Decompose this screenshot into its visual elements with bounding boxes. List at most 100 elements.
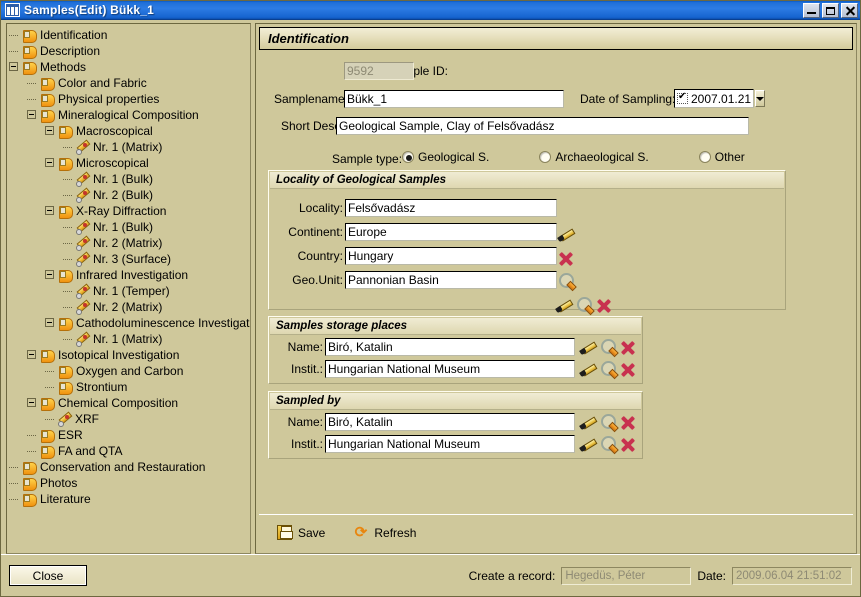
sample-type-radio-group[interactable]: Geological S. Archaeological S. Other: [402, 150, 822, 164]
tree-item-methods[interactable]: Methods: [7, 59, 250, 75]
tree-item-fa-and-qta[interactable]: FA and QTA: [7, 443, 250, 459]
date-enabled-checkbox[interactable]: [677, 91, 688, 104]
tree-expander-icon[interactable]: [45, 318, 54, 327]
refresh-button[interactable]: ⟳ Refresh: [353, 525, 417, 540]
storage-row-input[interactable]: [325, 360, 575, 378]
tree-item-label: Isotopical Investigation: [58, 347, 180, 362]
storage-group-title-text: Samples storage places: [276, 320, 408, 332]
tree-item-cathodoluminescence-investigation[interactable]: Cathodoluminescence Investigation: [7, 315, 250, 331]
tree-expander-icon[interactable]: [27, 110, 36, 119]
locality-row-input[interactable]: [345, 223, 557, 241]
tree-item-description[interactable]: Description: [7, 43, 250, 59]
radio-indicator[interactable]: [539, 151, 552, 163]
close-button[interactable]: Close: [9, 565, 87, 586]
sampled_by-row-delete-icon[interactable]: [619, 435, 637, 453]
tree-item-label: XRF: [75, 411, 99, 426]
sample-type-radio-geological-s[interactable]: Geological S.: [402, 150, 489, 164]
date-of-sampling-picker[interactable]: 2007.01.21: [674, 89, 766, 108]
save-button-label: Save: [298, 525, 326, 540]
tree-item-color-and-fabric[interactable]: Color and Fabric: [7, 75, 250, 91]
tree-item-conservation-and-restauration[interactable]: Conservation and Restauration: [7, 459, 250, 475]
tree-expander-icon[interactable]: [45, 270, 54, 279]
storage-row-search-icon[interactable]: [599, 338, 617, 356]
locality-group-title-text: Locality of Geological Samples: [276, 174, 446, 186]
sampled_by-row-input[interactable]: [325, 435, 575, 453]
sample-type-radio-archaeological-s[interactable]: Archaeological S.: [539, 150, 649, 164]
tree-item-nr-2-bulk[interactable]: Nr. 2 (Bulk): [7, 187, 250, 203]
tree-item-label: FA and QTA: [58, 443, 123, 458]
pencil-icon: [75, 301, 90, 315]
country-search-icon[interactable]: [557, 272, 575, 290]
short-desc-input[interactable]: [336, 117, 749, 135]
sampled_by-row-delete-icon[interactable]: [619, 413, 637, 431]
locality-row-input[interactable]: [345, 271, 557, 289]
sample-type-radio-other[interactable]: Other: [698, 150, 745, 164]
tree-item-nr-3-surface[interactable]: Nr. 3 (Surface): [7, 251, 250, 267]
tree-expander-icon[interactable]: [27, 398, 36, 407]
tree-item-oxygen-and-carbon[interactable]: Oxygen and Carbon: [7, 363, 250, 379]
radio-indicator[interactable]: [402, 151, 414, 163]
tree-expander-icon[interactable]: [45, 158, 54, 167]
locality-edit-icon[interactable]: [557, 225, 575, 243]
storage-row-search-icon[interactable]: [599, 360, 617, 378]
radio-indicator[interactable]: [698, 151, 711, 163]
tree-item-x-ray-diffraction[interactable]: X-Ray Diffraction: [7, 203, 250, 219]
minimize-button[interactable]: [803, 2, 820, 18]
tree-item-nr-1-matrix[interactable]: Nr. 1 (Matrix): [7, 331, 250, 347]
geounit-edit-icon[interactable]: [555, 296, 573, 314]
storage-row-edit-icon[interactable]: [579, 360, 597, 378]
save-button[interactable]: Save: [277, 525, 325, 540]
navigation-tree[interactable]: Identification Description Methods Color an…: [6, 23, 251, 554]
geounit-search-icon[interactable]: [575, 296, 593, 314]
sampled_by-row-edit-icon[interactable]: [579, 413, 597, 431]
locality-row-input[interactable]: [345, 199, 557, 217]
tree-item-literature[interactable]: Literature: [7, 491, 250, 507]
close-window-button[interactable]: [841, 2, 858, 18]
tree-item-xrf[interactable]: XRF: [7, 411, 250, 427]
tree-item-mineralogical-composition[interactable]: Mineralogical Composition: [7, 107, 250, 123]
sampled_by-row: Name:: [277, 413, 642, 431]
tree-item-microscopical[interactable]: Microscopical: [7, 155, 250, 171]
tag-icon: [57, 381, 73, 395]
tree-item-label: Nr. 2 (Matrix): [93, 299, 163, 314]
continent-delete-icon[interactable]: [557, 249, 575, 267]
locality-group-title: Locality of Geological Samples: [270, 172, 784, 189]
tree-item-nr-1-bulk[interactable]: Nr. 1 (Bulk): [7, 219, 250, 235]
tree-item-identification[interactable]: Identification: [7, 27, 250, 43]
tree-expander-icon[interactable]: [27, 350, 36, 359]
window-footer: Close Create a record: Hegedüs, Péter Da…: [1, 554, 860, 596]
storage-row-input[interactable]: [325, 338, 575, 356]
geounit-delete-icon[interactable]: [595, 296, 613, 314]
tree-expander-icon[interactable]: [9, 62, 18, 71]
tree-item-nr-2-matrix[interactable]: Nr. 2 (Matrix): [7, 235, 250, 251]
storage-row-delete-icon[interactable]: [619, 360, 637, 378]
storage-row-edit-icon[interactable]: [579, 338, 597, 356]
sampled_by-row-search-icon[interactable]: [599, 413, 617, 431]
tree-item-infrared-investigation[interactable]: Infrared Investigation: [7, 267, 250, 283]
tree-item-label: Nr. 2 (Bulk): [93, 187, 154, 202]
samplename-input[interactable]: [344, 90, 564, 108]
sampled_by-row-edit-icon[interactable]: [579, 435, 597, 453]
tree-item-strontium[interactable]: Strontium: [7, 379, 250, 395]
tree-item-nr-1-temper[interactable]: Nr. 1 (Temper): [7, 283, 250, 299]
locality-row-label: Country:: [297, 249, 343, 263]
tree-item-esr[interactable]: ESR: [7, 427, 250, 443]
locality-row-input[interactable]: [345, 247, 557, 265]
tag-icon: [57, 317, 73, 331]
tree-item-nr-1-bulk[interactable]: Nr. 1 (Bulk): [7, 171, 250, 187]
tree-item-physical-properties[interactable]: Physical properties: [7, 91, 250, 107]
tree-item-chemical-composition[interactable]: Chemical Composition: [7, 395, 250, 411]
panel-action-bar: Save ⟳ Refresh: [259, 514, 853, 550]
storage-row-delete-icon[interactable]: [619, 338, 637, 356]
tree-item-photos[interactable]: Photos: [7, 475, 250, 491]
tree-item-macroscopical[interactable]: Macroscopical: [7, 123, 250, 139]
chevron-down-icon[interactable]: [755, 90, 766, 107]
maximize-button[interactable]: [822, 2, 839, 18]
tree-item-isotopical-investigation[interactable]: Isotopical Investigation: [7, 347, 250, 363]
tree-expander-icon[interactable]: [45, 206, 54, 215]
tree-item-nr-1-matrix[interactable]: Nr. 1 (Matrix): [7, 139, 250, 155]
tree-item-nr-2-matrix[interactable]: Nr. 2 (Matrix): [7, 299, 250, 315]
sampled_by-row-input[interactable]: [325, 413, 575, 431]
sampled_by-row-search-icon[interactable]: [599, 435, 617, 453]
tree-expander-icon[interactable]: [45, 126, 54, 135]
